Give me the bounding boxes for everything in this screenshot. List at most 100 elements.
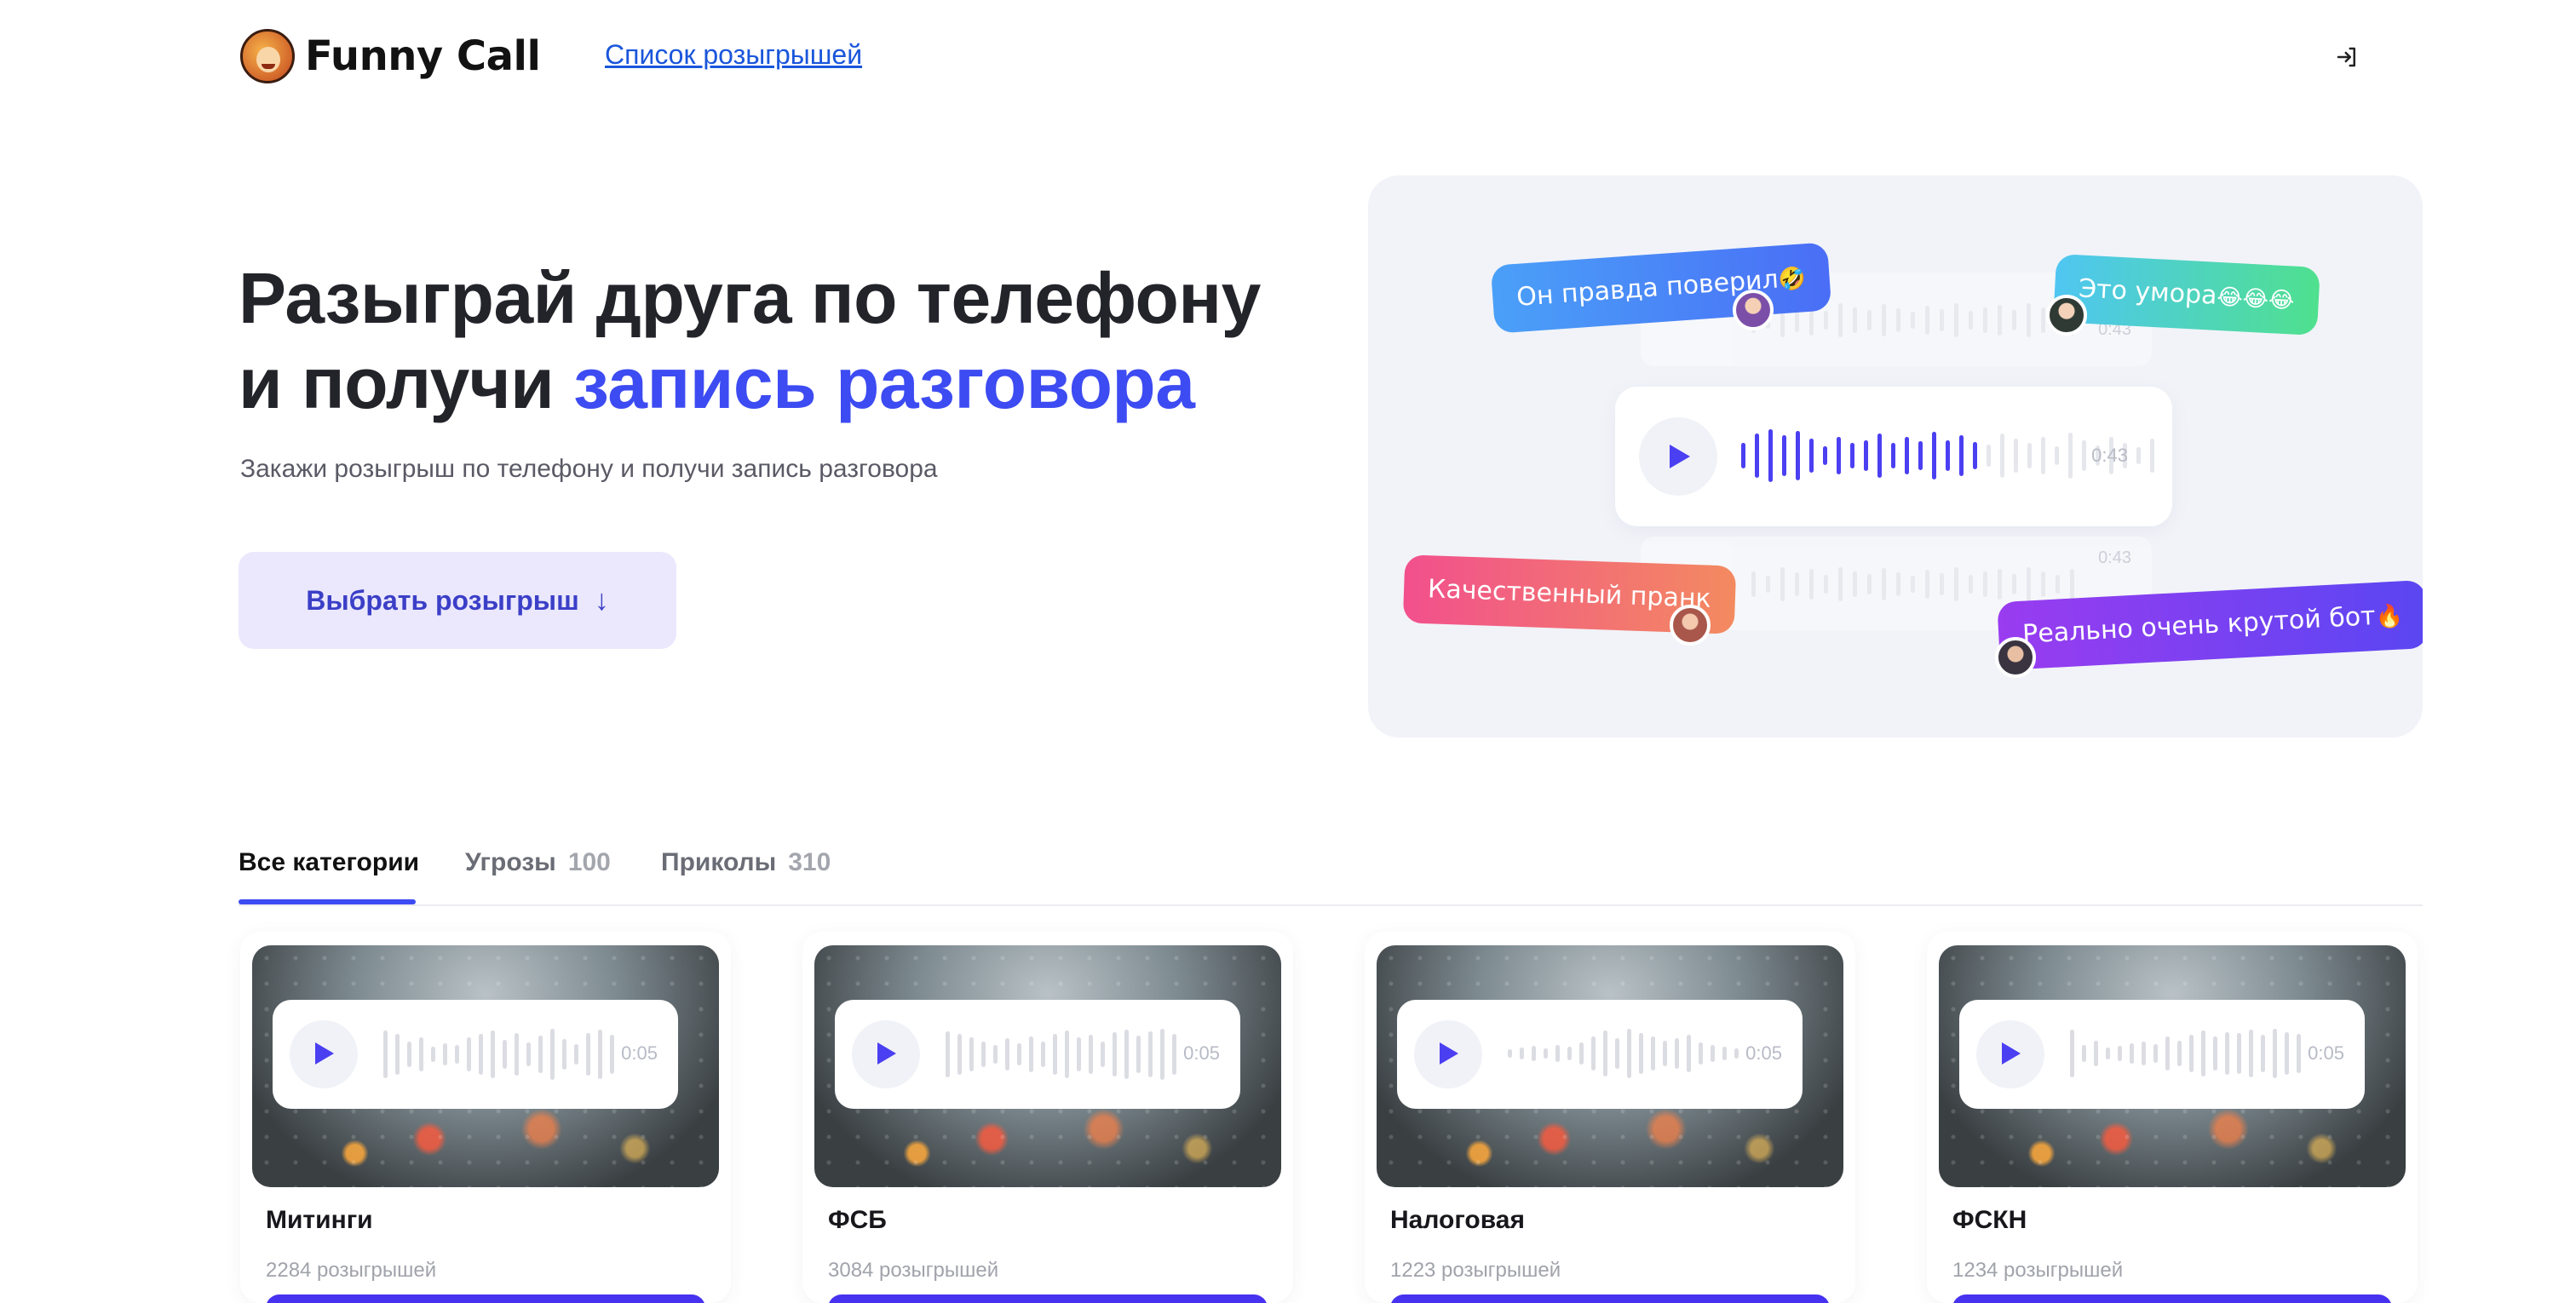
card-audio-time: 0:05 bbox=[1745, 1042, 1782, 1064]
hero-title-line1: Разыграй друга по телефону bbox=[239, 258, 1261, 338]
card-prank-count: 1234 розыгрышей bbox=[1952, 1259, 2124, 1282]
play-button[interactable] bbox=[290, 1020, 358, 1088]
card-order-button[interactable] bbox=[1952, 1294, 2392, 1303]
waveform-bar bbox=[1136, 1036, 1141, 1073]
play-button[interactable] bbox=[1414, 1020, 1482, 1088]
waveform-bar bbox=[1911, 576, 1915, 593]
prank-card[interactable]: 0:05 Налоговая 1223 розыгрышей bbox=[1365, 932, 1855, 1303]
tab-count: 100 bbox=[567, 848, 611, 876]
tab-threats[interactable]: Угрозы 100 bbox=[465, 848, 611, 906]
chat-bubble-emoji: 😂😂😂 bbox=[2216, 284, 2296, 314]
category-tabs: Все категории Угрозы 100 Приколы 310 bbox=[239, 848, 2423, 906]
chat-bubble-emoji: 🤣 bbox=[1777, 266, 1808, 294]
audio-waveform bbox=[2070, 1029, 2301, 1078]
tab-jokes[interactable]: Приколы 310 bbox=[661, 848, 831, 906]
waveform-bar bbox=[2014, 439, 2018, 473]
prank-card[interactable]: 0:05 ФСБ 3084 розыгрышей bbox=[802, 932, 1293, 1303]
waveform-bar bbox=[1954, 303, 1958, 337]
waveform-bar bbox=[981, 1042, 986, 1067]
nav-link-pranks-list[interactable]: Список розыгрышей bbox=[605, 39, 862, 71]
waveform-bar bbox=[1768, 429, 1773, 482]
waveform-bar bbox=[1838, 567, 1843, 601]
logo-mascot-icon bbox=[240, 29, 295, 83]
prank-card[interactable]: 0:05 ФСКН 1234 розыгрышей bbox=[1927, 932, 2418, 1303]
chat-bubble: Это умора😂😂😂 bbox=[2053, 253, 2320, 336]
waveform-bar bbox=[1005, 1038, 1009, 1071]
waveform-bar bbox=[2136, 447, 2141, 464]
waveform-bar bbox=[2249, 1030, 2253, 1077]
waveform-bar bbox=[1925, 306, 1929, 335]
waveform-bar bbox=[2070, 569, 2074, 600]
waveform-bar bbox=[1741, 443, 1745, 468]
choose-prank-button[interactable]: Выбрать розыгрыш ↓ bbox=[239, 552, 676, 649]
card-order-button[interactable] bbox=[828, 1294, 1268, 1303]
waveform-bar bbox=[1029, 1036, 1033, 1072]
chat-bubble-text: Качественный пранк bbox=[1427, 574, 1712, 614]
waveform-bar bbox=[407, 1042, 411, 1067]
waveform-bar bbox=[455, 1045, 459, 1064]
waveform-bar bbox=[2012, 310, 2016, 330]
card-audio-time: 0:05 bbox=[621, 1042, 658, 1064]
card-title: Митинги bbox=[266, 1206, 373, 1234]
waveform-bar bbox=[1896, 308, 1900, 332]
waveform-bar bbox=[1780, 567, 1785, 601]
chat-bubble-text: Реально очень крутой бот bbox=[2021, 601, 2377, 650]
waveform-bar bbox=[1983, 307, 1987, 333]
play-button[interactable] bbox=[852, 1020, 920, 1088]
prank-card[interactable]: 0:05 Митинги 2284 розыгрышей bbox=[240, 932, 731, 1303]
waveform-bar bbox=[1041, 1042, 1045, 1067]
waveform-bar bbox=[2094, 1041, 2098, 1066]
waveform-bar bbox=[610, 1035, 614, 1074]
waveform-bar bbox=[1823, 446, 1827, 465]
waveform-bar bbox=[2106, 1048, 2110, 1059]
waveform-bar bbox=[2189, 1035, 2194, 1072]
logo-text: Funny Call bbox=[305, 32, 541, 80]
waveform-bar bbox=[586, 1033, 590, 1076]
waveform-bar bbox=[1532, 1046, 1536, 1061]
waveform-bar bbox=[2261, 1035, 2265, 1072]
waveform-bar bbox=[1882, 304, 1886, 336]
waveform-bar bbox=[443, 1043, 447, 1065]
tab-all-categories[interactable]: Все категории bbox=[239, 848, 419, 906]
play-button[interactable] bbox=[1639, 417, 1717, 496]
waveform-bar bbox=[1782, 435, 1786, 476]
waveform-bar bbox=[538, 1036, 543, 1073]
login-icon[interactable] bbox=[2334, 44, 2360, 70]
waveform-bar bbox=[2082, 440, 2086, 471]
waveform-bar bbox=[1077, 1037, 1081, 1071]
waveform-bar bbox=[1837, 437, 1841, 474]
logo[interactable]: Funny Call bbox=[240, 29, 541, 83]
waveform-bar bbox=[1853, 307, 1857, 333]
waveform-bar bbox=[550, 1029, 555, 1080]
audio-waveform bbox=[946, 1029, 1176, 1080]
waveform-bar bbox=[1824, 575, 1828, 594]
waveform-bar bbox=[1959, 435, 1964, 476]
audio-player: 0:43 bbox=[1615, 387, 2172, 526]
waveform-bar bbox=[1722, 1047, 1727, 1060]
ghost-player-time: 0:43 bbox=[2098, 548, 2131, 567]
waveform-bar bbox=[1954, 567, 1958, 601]
waveform-bar bbox=[1639, 1033, 1643, 1074]
active-tab-indicator bbox=[239, 899, 416, 904]
card-order-button[interactable] bbox=[266, 1294, 705, 1303]
audio-player-time: 0:43 bbox=[2091, 445, 2128, 466]
waveform-bar bbox=[1853, 571, 1857, 597]
play-button[interactable] bbox=[1976, 1020, 2044, 1088]
waveform-bar bbox=[1932, 432, 1936, 479]
waveform-bar bbox=[1017, 1043, 1021, 1065]
waveform-bar bbox=[2225, 1032, 2229, 1075]
waveform-bar bbox=[2070, 1030, 2074, 1077]
waveform-bar bbox=[2027, 567, 2031, 601]
card-audio-player: 0:05 bbox=[835, 1000, 1240, 1109]
waveform-bar bbox=[2000, 433, 2004, 478]
waveform-bar bbox=[503, 1040, 507, 1069]
card-order-button[interactable] bbox=[1390, 1294, 1830, 1303]
waveform-bar bbox=[1687, 1035, 1691, 1072]
waveform-bar bbox=[1796, 431, 1800, 480]
waveform-bar bbox=[1940, 573, 1944, 595]
audio-waveform bbox=[383, 1029, 614, 1080]
arrow-down-icon: ↓ bbox=[594, 583, 609, 617]
hero-title-accent: запись разговора bbox=[573, 343, 1195, 423]
waveform-bar bbox=[1579, 1042, 1584, 1065]
waveform-bar bbox=[1809, 569, 1814, 600]
